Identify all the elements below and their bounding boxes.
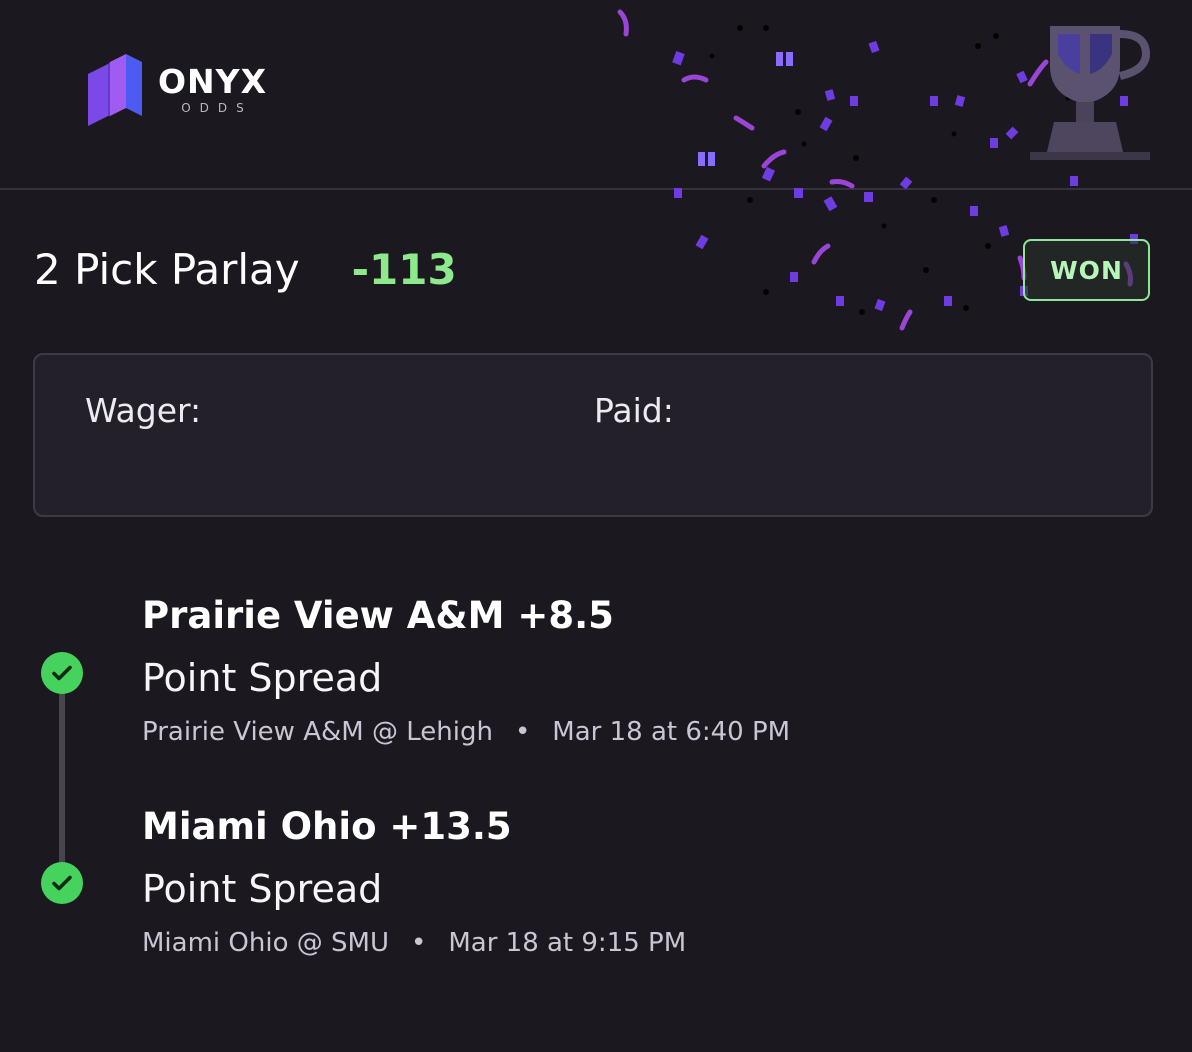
bet-odds: -113 (351, 245, 457, 294)
pick-matchup: Prairie View A&M @ Lehigh (142, 717, 493, 747)
wager-summary-card: Wager: Paid: (33, 353, 1153, 517)
check-icon (41, 652, 83, 694)
onyx-logo-icon (88, 54, 142, 126)
pick-market: Point Spread (142, 867, 383, 911)
separator-dot: • (410, 928, 427, 958)
onyx-logo[interactable]: ONYX ODDS (88, 54, 267, 126)
timeline-connector (59, 690, 65, 868)
brand-name: ONYX (158, 62, 268, 101)
brand-subtitle: ODDS (181, 101, 253, 115)
pick-market: Point Spread (142, 656, 383, 700)
trophy-icon (1030, 26, 1151, 160)
pick-selection: Prairie View A&M +8.5 (142, 594, 614, 637)
pick-item[interactable]: Miami Ohio +13.5 Point Spread Miami Ohio… (142, 803, 686, 961)
pick-selection: Miami Ohio +13.5 (142, 805, 512, 848)
pick-item[interactable]: Prairie View A&M +8.5 Point Spread Prair… (142, 592, 790, 750)
separator-dot: • (514, 717, 531, 747)
check-icon (41, 862, 83, 904)
bet-title-row: 2 Pick Parlay -113 (34, 245, 457, 294)
pick-matchup: Miami Ohio @ SMU (142, 928, 389, 958)
wager-label: Wager: (85, 391, 202, 430)
bet-title: 2 Pick Parlay (34, 245, 300, 294)
status-badge: WON (1023, 239, 1150, 301)
paid-label: Paid: (594, 391, 674, 430)
pick-time: Mar 18 at 9:15 PM (448, 928, 687, 958)
pick-details: Prairie View A&M @ Lehigh • Mar 18 at 6:40… (142, 714, 790, 750)
pick-time: Mar 18 at 6:40 PM (552, 717, 791, 747)
pick-details: Miami Ohio @ SMU • Mar 18 at 9:15 PM (142, 925, 686, 961)
